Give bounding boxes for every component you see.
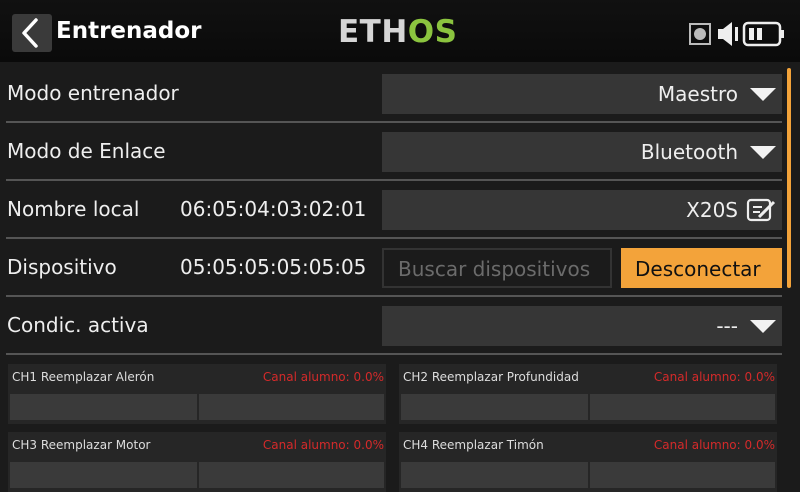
chevron-down-icon bbox=[750, 146, 776, 159]
channel-status: Canal alumno: 0.0% bbox=[653, 370, 775, 384]
channel-card-ch3[interactable]: CH3 Reemplazar Motor Canal alumno: 0.0% bbox=[8, 432, 386, 492]
search-devices-button[interactable]: Buscar dispositivos bbox=[382, 248, 612, 288]
disconnect-label: Desconectar bbox=[635, 257, 761, 281]
edit-icon bbox=[746, 198, 776, 222]
active-condition-value: --- bbox=[716, 314, 738, 338]
search-devices-label: Buscar dispositivos bbox=[398, 257, 591, 281]
record-indicator-icon bbox=[689, 23, 711, 45]
device-address: 05:05:05:05:05:05 bbox=[180, 255, 367, 279]
channel-bar bbox=[10, 462, 384, 488]
channel-title: CH4 Reemplazar Timón bbox=[403, 438, 544, 452]
trainer-mode-value: Maestro bbox=[657, 82, 738, 106]
divider bbox=[6, 237, 782, 239]
link-mode-value: Bluetooth bbox=[640, 140, 738, 164]
divider bbox=[6, 121, 782, 123]
local-address: 06:05:04:03:02:01 bbox=[180, 197, 367, 221]
channel-status: Canal alumno: 0.0% bbox=[262, 438, 384, 452]
channel-bar bbox=[10, 394, 384, 420]
active-condition-label: Condic. activa bbox=[7, 313, 149, 337]
divider bbox=[6, 179, 782, 181]
channel-card-ch2[interactable]: CH2 Reemplazar Profundidad Canal alumno:… bbox=[399, 364, 777, 424]
divider bbox=[6, 295, 782, 297]
local-name-label: Nombre local bbox=[7, 197, 140, 221]
page-title: Entrenador bbox=[56, 18, 202, 44]
back-chevron-icon bbox=[22, 18, 38, 48]
disconnect-button[interactable]: Desconectar bbox=[621, 248, 782, 288]
active-condition-dropdown[interactable]: --- bbox=[382, 306, 782, 346]
scrollbar-thumb[interactable] bbox=[787, 68, 791, 288]
row-active-condition: Condic. activa --- bbox=[0, 298, 782, 355]
channel-bar bbox=[401, 394, 775, 420]
chevron-down-icon bbox=[750, 320, 776, 333]
header-bar: Entrenador ETHOS bbox=[0, 0, 800, 62]
channel-title: CH1 Reemplazar Alerón bbox=[12, 370, 155, 384]
ethos-logo: ETHOS bbox=[338, 14, 458, 50]
speaker-icon bbox=[718, 22, 738, 46]
chevron-down-icon bbox=[750, 88, 776, 101]
channel-status: Canal alumno: 0.0% bbox=[653, 438, 775, 452]
channel-title: CH3 Reemplazar Motor bbox=[12, 438, 151, 452]
channel-status: Canal alumno: 0.0% bbox=[262, 370, 384, 384]
channel-card-ch1[interactable]: CH1 Reemplazar Alerón Canal alumno: 0.0% bbox=[8, 364, 386, 424]
back-button[interactable] bbox=[12, 14, 52, 52]
channel-bar bbox=[401, 462, 775, 488]
divider bbox=[6, 353, 782, 355]
row-local-name: Nombre local 06:05:04:03:02:01 X20S bbox=[0, 182, 782, 239]
trainer-mode-dropdown[interactable]: Maestro bbox=[382, 74, 782, 114]
row-device: Dispositivo 05:05:05:05:05:05 Buscar dis… bbox=[0, 240, 782, 297]
link-mode-label: Modo de Enlace bbox=[7, 139, 166, 163]
battery-icon bbox=[742, 21, 784, 47]
status-icons bbox=[688, 18, 788, 50]
local-name-value: X20S bbox=[686, 198, 738, 222]
trainer-mode-label: Modo entrenador bbox=[7, 81, 179, 105]
row-trainer-mode: Modo entrenador Maestro bbox=[0, 66, 782, 123]
link-mode-dropdown[interactable]: Bluetooth bbox=[382, 132, 782, 172]
channel-title: CH2 Reemplazar Profundidad bbox=[403, 370, 579, 384]
local-name-field[interactable]: X20S bbox=[382, 190, 782, 230]
row-link-mode: Modo de Enlace Bluetooth bbox=[0, 124, 782, 181]
channel-card-ch4[interactable]: CH4 Reemplazar Timón Canal alumno: 0.0% bbox=[399, 432, 777, 492]
device-label: Dispositivo bbox=[7, 255, 117, 279]
